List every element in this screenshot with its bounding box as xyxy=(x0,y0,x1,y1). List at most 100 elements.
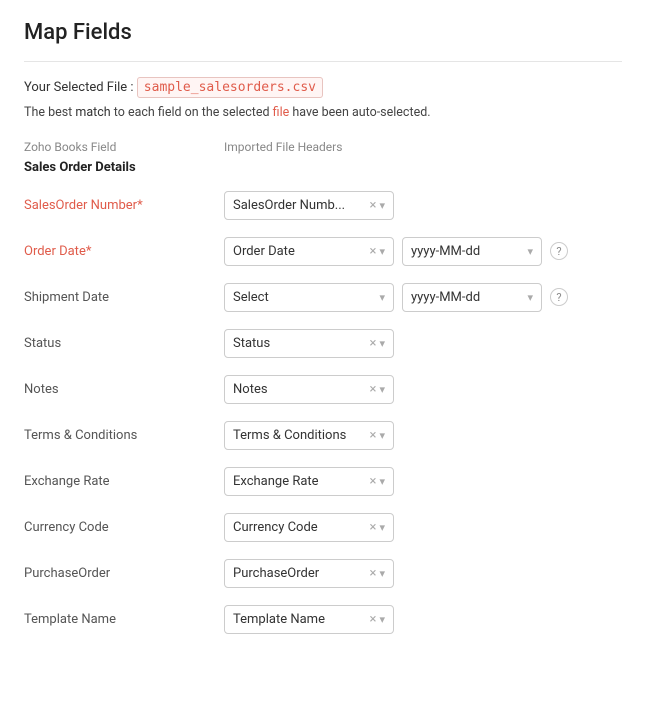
primary-select-2[interactable]: Select ▾ xyxy=(224,283,394,312)
select-icons-2: ▾ xyxy=(379,291,385,304)
primary-select-9[interactable]: Template Name × ▾ xyxy=(224,605,394,634)
field-row: PurchaseOrder PurchaseOrder × ▾ xyxy=(24,555,622,591)
primary-select-text-0: SalesOrder Numb... xyxy=(233,198,364,213)
chevron-icon-5: ▾ xyxy=(379,429,385,442)
clear-icon-7[interactable]: × xyxy=(370,521,377,534)
field-label-2: Shipment Date xyxy=(24,290,224,305)
primary-select-text-4: Notes xyxy=(233,382,364,397)
field-label-8: PurchaseOrder xyxy=(24,566,224,581)
field-label-3: Status xyxy=(24,336,224,351)
field-controls-9: Template Name × ▾ xyxy=(224,605,622,634)
select-icons-0: × ▾ xyxy=(370,199,385,212)
auto-select-note: The best match to each field on the sele… xyxy=(24,105,622,120)
primary-select-6[interactable]: Exchange Rate × ▾ xyxy=(224,467,394,496)
secondary-select-1[interactable]: yyyy-MM-dd ▾ xyxy=(402,237,542,266)
field-row: Status Status × ▾ xyxy=(24,325,622,361)
field-row: Template Name Template Name × ▾ xyxy=(24,601,622,637)
field-row: Order Date* Order Date × ▾ yyyy-MM-dd ▾ … xyxy=(24,233,622,269)
select-icons-4: × ▾ xyxy=(370,383,385,396)
divider xyxy=(24,61,622,62)
primary-select-text-3: Status xyxy=(233,336,364,351)
clear-icon-5[interactable]: × xyxy=(370,429,377,442)
section-title: Sales Order Details xyxy=(24,160,622,175)
field-label-5: Terms & Conditions xyxy=(24,428,224,443)
clear-icon-1[interactable]: × xyxy=(370,245,377,258)
file-info: Your Selected File : sample_salesorders.… xyxy=(24,80,622,95)
secondary-chevron-icon-1: ▾ xyxy=(527,245,533,258)
field-row: Exchange Rate Exchange Rate × ▾ xyxy=(24,463,622,499)
clear-icon-6[interactable]: × xyxy=(370,475,377,488)
field-row: Shipment Date Select ▾ yyyy-MM-dd ▾ ? xyxy=(24,279,622,315)
chevron-icon-2: ▾ xyxy=(379,291,385,304)
secondary-select-text-2: yyyy-MM-dd xyxy=(411,290,521,305)
secondary-select-icons-1: ▾ xyxy=(527,245,533,258)
field-controls-5: Terms & Conditions × ▾ xyxy=(224,421,622,450)
field-controls-8: PurchaseOrder × ▾ xyxy=(224,559,622,588)
field-controls-2: Select ▾ yyyy-MM-dd ▾ ? xyxy=(224,283,622,312)
field-row: SalesOrder Number* SalesOrder Numb... × … xyxy=(24,187,622,223)
primary-select-text-8: PurchaseOrder xyxy=(233,566,364,581)
primary-select-text-9: Template Name xyxy=(233,612,364,627)
select-icons-9: × ▾ xyxy=(370,613,385,626)
primary-select-text-6: Exchange Rate xyxy=(233,474,364,489)
chevron-icon-1: ▾ xyxy=(379,245,385,258)
select-icons-3: × ▾ xyxy=(370,337,385,350)
primary-select-8[interactable]: PurchaseOrder × ▾ xyxy=(224,559,394,588)
select-icons-6: × ▾ xyxy=(370,475,385,488)
col-header-zoho: Zoho Books Field xyxy=(24,140,224,154)
primary-select-text-1: Order Date xyxy=(233,244,364,259)
clear-icon-3[interactable]: × xyxy=(370,337,377,350)
field-controls-1: Order Date × ▾ yyyy-MM-dd ▾ ? xyxy=(224,237,622,266)
clear-icon-9[interactable]: × xyxy=(370,613,377,626)
field-row: Terms & Conditions Terms & Conditions × … xyxy=(24,417,622,453)
primary-select-7[interactable]: Currency Code × ▾ xyxy=(224,513,394,542)
help-icon-1[interactable]: ? xyxy=(550,242,568,260)
field-controls-0: SalesOrder Numb... × ▾ xyxy=(224,191,622,220)
page-container: Map Fields Your Selected File : sample_s… xyxy=(0,0,646,667)
field-label-6: Exchange Rate xyxy=(24,474,224,489)
primary-select-5[interactable]: Terms & Conditions × ▾ xyxy=(224,421,394,450)
chevron-icon-0: ▾ xyxy=(379,199,385,212)
chevron-icon-4: ▾ xyxy=(379,383,385,396)
primary-select-text-7: Currency Code xyxy=(233,520,364,535)
page-title: Map Fields xyxy=(24,20,622,45)
clear-icon-8[interactable]: × xyxy=(370,567,377,580)
select-icons-1: × ▾ xyxy=(370,245,385,258)
field-label-1: Order Date* xyxy=(24,244,224,259)
field-label-7: Currency Code xyxy=(24,520,224,535)
secondary-chevron-icon-2: ▾ xyxy=(527,291,533,304)
file-info-label: Your Selected File : xyxy=(24,80,134,95)
primary-select-text-5: Terms & Conditions xyxy=(233,428,364,443)
primary-select-0[interactable]: SalesOrder Numb... × ▾ xyxy=(224,191,394,220)
field-controls-4: Notes × ▾ xyxy=(224,375,622,404)
filename: sample_salesorders.csv xyxy=(137,77,323,98)
primary-select-text-2: Select xyxy=(233,290,373,305)
primary-select-3[interactable]: Status × ▾ xyxy=(224,329,394,358)
secondary-select-2[interactable]: yyyy-MM-dd ▾ xyxy=(402,283,542,312)
primary-select-4[interactable]: Notes × ▾ xyxy=(224,375,394,404)
select-icons-5: × ▾ xyxy=(370,429,385,442)
field-row: Notes Notes × ▾ xyxy=(24,371,622,407)
chevron-icon-7: ▾ xyxy=(379,521,385,534)
field-controls-7: Currency Code × ▾ xyxy=(224,513,622,542)
clear-icon-4[interactable]: × xyxy=(370,383,377,396)
field-label-0: SalesOrder Number* xyxy=(24,198,224,213)
field-controls-6: Exchange Rate × ▾ xyxy=(224,467,622,496)
select-icons-8: × ▾ xyxy=(370,567,385,580)
chevron-icon-8: ▾ xyxy=(379,567,385,580)
chevron-icon-6: ▾ xyxy=(379,475,385,488)
clear-icon-0[interactable]: × xyxy=(370,199,377,212)
field-controls-3: Status × ▾ xyxy=(224,329,622,358)
fields-container: SalesOrder Number* SalesOrder Numb... × … xyxy=(24,187,622,637)
field-row: Currency Code Currency Code × ▾ xyxy=(24,509,622,545)
help-icon-2[interactable]: ? xyxy=(550,288,568,306)
field-label-9: Template Name xyxy=(24,612,224,627)
field-label-4: Notes xyxy=(24,382,224,397)
col-header-imported: Imported File Headers xyxy=(224,140,342,154)
secondary-select-text-1: yyyy-MM-dd xyxy=(411,244,521,259)
select-icons-7: × ▾ xyxy=(370,521,385,534)
secondary-select-icons-2: ▾ xyxy=(527,291,533,304)
chevron-icon-9: ▾ xyxy=(379,613,385,626)
primary-select-1[interactable]: Order Date × ▾ xyxy=(224,237,394,266)
chevron-icon-3: ▾ xyxy=(379,337,385,350)
